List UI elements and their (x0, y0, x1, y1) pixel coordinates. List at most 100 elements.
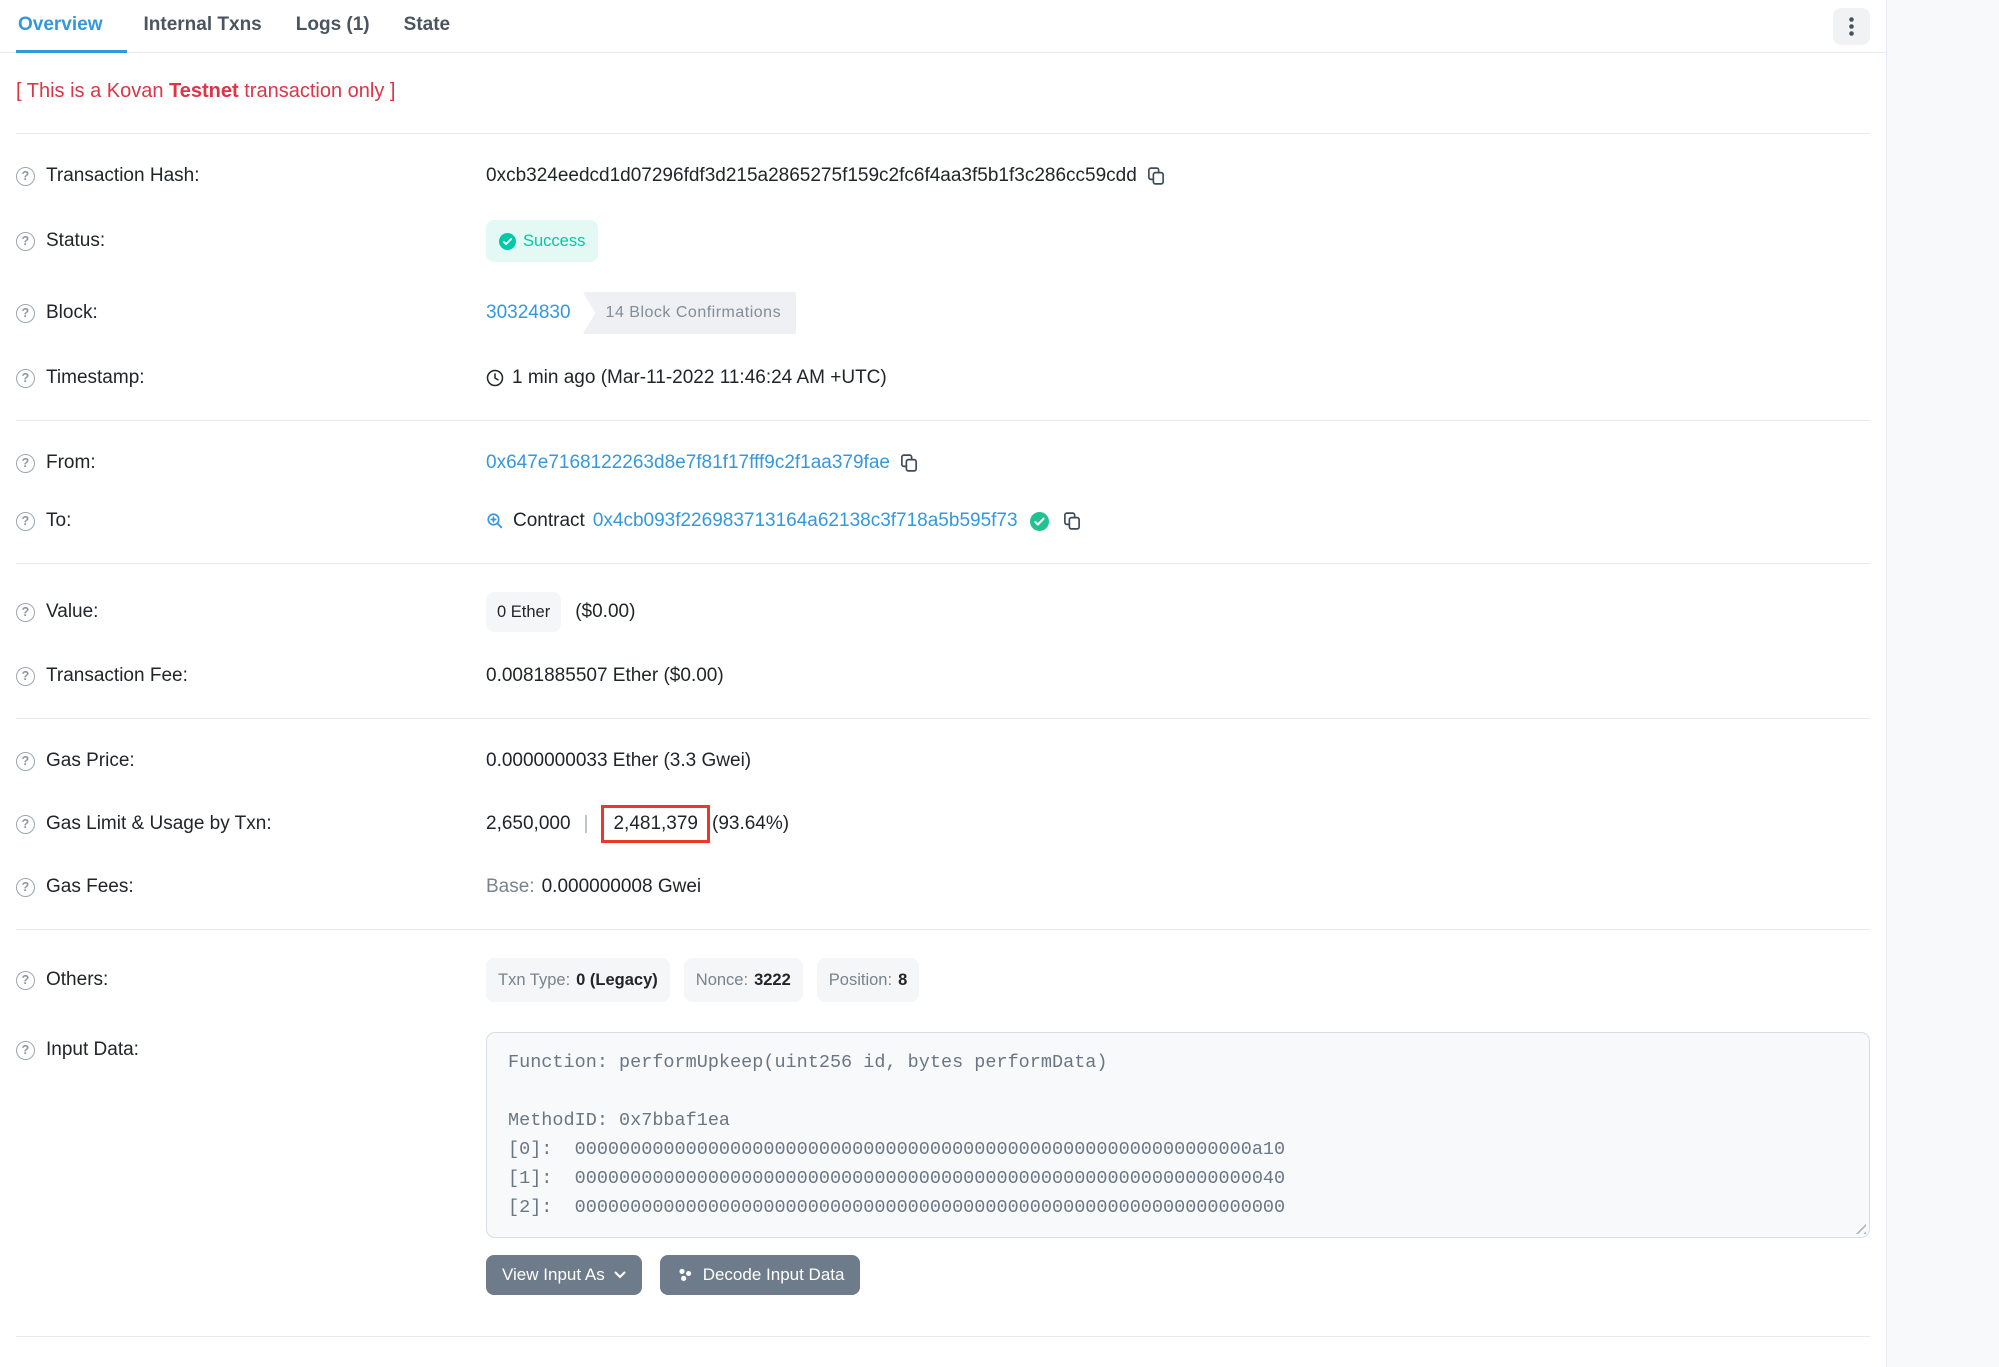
row-gas-limit-usage: ? Gas Limit & Usage by Txn: 2,650,000 | … (16, 790, 1870, 858)
section-value: ? Value: 0 Ether ($0.00) ? Transaction F… (16, 564, 1870, 719)
help-icon[interactable]: ? (16, 167, 35, 186)
help-icon[interactable]: ? (16, 971, 35, 990)
gas-price-value: 0.0000000033 Ether (3.3 Gwei) (486, 747, 751, 775)
block-confirmations-badge: 14 Block Confirmations (583, 292, 797, 334)
status-label: Status: (46, 227, 105, 255)
tab-logs[interactable]: Logs (1) (279, 0, 387, 53)
value-label: Value: (46, 598, 98, 626)
timestamp-label: Timestamp: (46, 364, 145, 392)
others-label: Others: (46, 966, 108, 994)
help-icon[interactable]: ? (16, 232, 35, 251)
copy-icon (1063, 511, 1081, 531)
row-input-data: ? Input Data: Function: performUpkeep(ui… (16, 1017, 1870, 1310)
vertical-ellipsis-icon (1849, 17, 1854, 36)
copy-from-button[interactable] (900, 453, 918, 473)
input-data-box[interactable]: Function: performUpkeep(uint256 id, byte… (486, 1032, 1870, 1238)
page-background: Overview Internal Txns Logs (1) State [ … (0, 0, 1999, 1367)
row-transaction-hash: ? Transaction Hash: 0xcb324eedcd1d07296f… (16, 147, 1870, 205)
status-value: Success (523, 227, 585, 255)
warning-prefix: [ This is a Kovan (16, 80, 169, 102)
transaction-details-card: Overview Internal Txns Logs (1) State [ … (0, 0, 1887, 1367)
timestamp-value: 1 min ago (Mar-11-2022 11:46:24 AM +UTC) (512, 364, 887, 392)
section-overview-top: ? Transaction Hash: 0xcb324eedcd1d07296f… (16, 134, 1870, 421)
copy-icon (900, 453, 918, 473)
row-gas-price: ? Gas Price: 0.0000000033 Ether (3.3 Gwe… (16, 732, 1870, 790)
check-circle-icon (499, 233, 516, 250)
usd-value: ($0.00) (575, 598, 635, 626)
verified-check-icon (1030, 512, 1049, 531)
gas-fees-base-label: Base: (486, 873, 535, 901)
gas-limit-label: Gas Limit & Usage by Txn: (46, 810, 272, 838)
row-value: ? Value: 0 Ether ($0.00) (16, 577, 1870, 647)
to-address-link[interactable]: 0x4cb093f226983713164a62138c3f718a5b595f… (593, 507, 1018, 535)
row-timestamp: ? Timestamp: 1 min ago (Mar-11-2022 11:4… (16, 349, 1870, 407)
block-number-link[interactable]: 30324830 (486, 299, 571, 327)
tab-overview[interactable]: Overview (16, 0, 127, 53)
help-icon[interactable]: ? (16, 304, 35, 323)
magnifier-plus-icon[interactable] (486, 512, 504, 530)
section-others-input: ? Others: Txn Type: 0 (Legacy) Nonce: 32… (16, 930, 1870, 1337)
row-others: ? Others: Txn Type: 0 (Legacy) Nonce: 32… (16, 943, 1870, 1017)
nonce-badge: Nonce: 3222 (684, 958, 803, 1002)
copy-hash-button[interactable] (1147, 166, 1165, 186)
gas-limit-separator: | (584, 810, 589, 838)
from-address-link[interactable]: 0x647e7168122263d8e7f81f17fff9c2f1aa379f… (486, 449, 890, 477)
tab-internal-txns[interactable]: Internal Txns (127, 0, 279, 53)
row-gas-fees: ? Gas Fees: Base: 0.000000008 Gwei (16, 858, 1870, 916)
copy-to-button[interactable] (1063, 511, 1081, 531)
from-label: From: (46, 449, 96, 477)
chevron-down-icon (614, 1271, 626, 1279)
help-icon[interactable]: ? (16, 878, 35, 897)
gas-limit-value: 2,650,000 (486, 810, 571, 838)
copy-icon (1147, 166, 1165, 186)
ether-value-badge: 0 Ether (486, 592, 561, 632)
help-icon[interactable]: ? (16, 667, 35, 686)
transaction-hash-value: 0xcb324eedcd1d07296fdf3d215a2865275f159c… (486, 162, 1137, 190)
nonce-key: Nonce: (696, 966, 748, 994)
block-label: Block: (46, 299, 98, 327)
testnet-warning: [ This is a Kovan Testnet transaction on… (16, 80, 395, 102)
status-badge: Success (486, 220, 598, 262)
to-contract-prefix: Contract (513, 507, 585, 535)
gas-price-label: Gas Price: (46, 747, 135, 775)
txn-type-value: 0 (Legacy) (576, 966, 658, 994)
gas-used-percent: (93.64%) (712, 810, 789, 838)
gas-used-value: 2,481,379 (613, 813, 698, 834)
txn-type-badge: Txn Type: 0 (Legacy) (486, 958, 670, 1002)
section-gas: ? Gas Price: 0.0000000033 Ether (3.3 Gwe… (16, 719, 1870, 930)
warning-suffix: transaction only ] (239, 80, 396, 102)
warning-bold: Testnet (169, 80, 239, 102)
tabs: Overview Internal Txns Logs (1) State (16, 0, 467, 52)
position-value: 8 (898, 966, 907, 994)
warning-section: [ This is a Kovan Testnet transaction on… (16, 53, 1870, 134)
help-icon[interactable]: ? (16, 752, 35, 771)
help-icon[interactable]: ? (16, 454, 35, 473)
row-status: ? Status: Success (16, 205, 1870, 277)
gas-used-highlight-box: 2,481,379 (601, 805, 710, 843)
decode-input-data-button[interactable]: Decode Input Data (660, 1255, 861, 1295)
gas-fees-base-value: 0.000000008 Gwei (542, 873, 702, 901)
txn-type-key: Txn Type: (498, 966, 570, 994)
help-icon[interactable]: ? (16, 1041, 35, 1060)
help-icon[interactable]: ? (16, 603, 35, 622)
help-icon[interactable]: ? (16, 815, 35, 834)
section-addresses: ? From: 0x647e7168122263d8e7f81f17fff9c2… (16, 421, 1870, 564)
tab-state[interactable]: State (387, 0, 467, 53)
tabbar: Overview Internal Txns Logs (1) State (0, 0, 1886, 53)
row-transaction-fee: ? Transaction Fee: 0.0081885507 Ether ($… (16, 647, 1870, 705)
decode-label: Decode Input Data (703, 1265, 845, 1285)
input-data-label: Input Data: (46, 1036, 139, 1064)
row-to: ? To: Contract 0x4cb093f226983713164a621… (16, 492, 1870, 550)
more-options-button[interactable] (1833, 8, 1870, 45)
help-icon[interactable]: ? (16, 369, 35, 388)
row-from: ? From: 0x647e7168122263d8e7f81f17fff9c2… (16, 434, 1870, 492)
input-data-actions: View Input As Decode Input Data (486, 1255, 1870, 1295)
help-icon[interactable]: ? (16, 512, 35, 531)
clock-icon (486, 369, 504, 387)
position-key: Position: (829, 966, 892, 994)
nonce-value: 3222 (754, 966, 791, 994)
decode-icon (676, 1266, 694, 1284)
position-badge: Position: 8 (817, 958, 919, 1002)
view-input-as-button[interactable]: View Input As (486, 1255, 642, 1295)
view-input-as-label: View Input As (502, 1265, 605, 1285)
